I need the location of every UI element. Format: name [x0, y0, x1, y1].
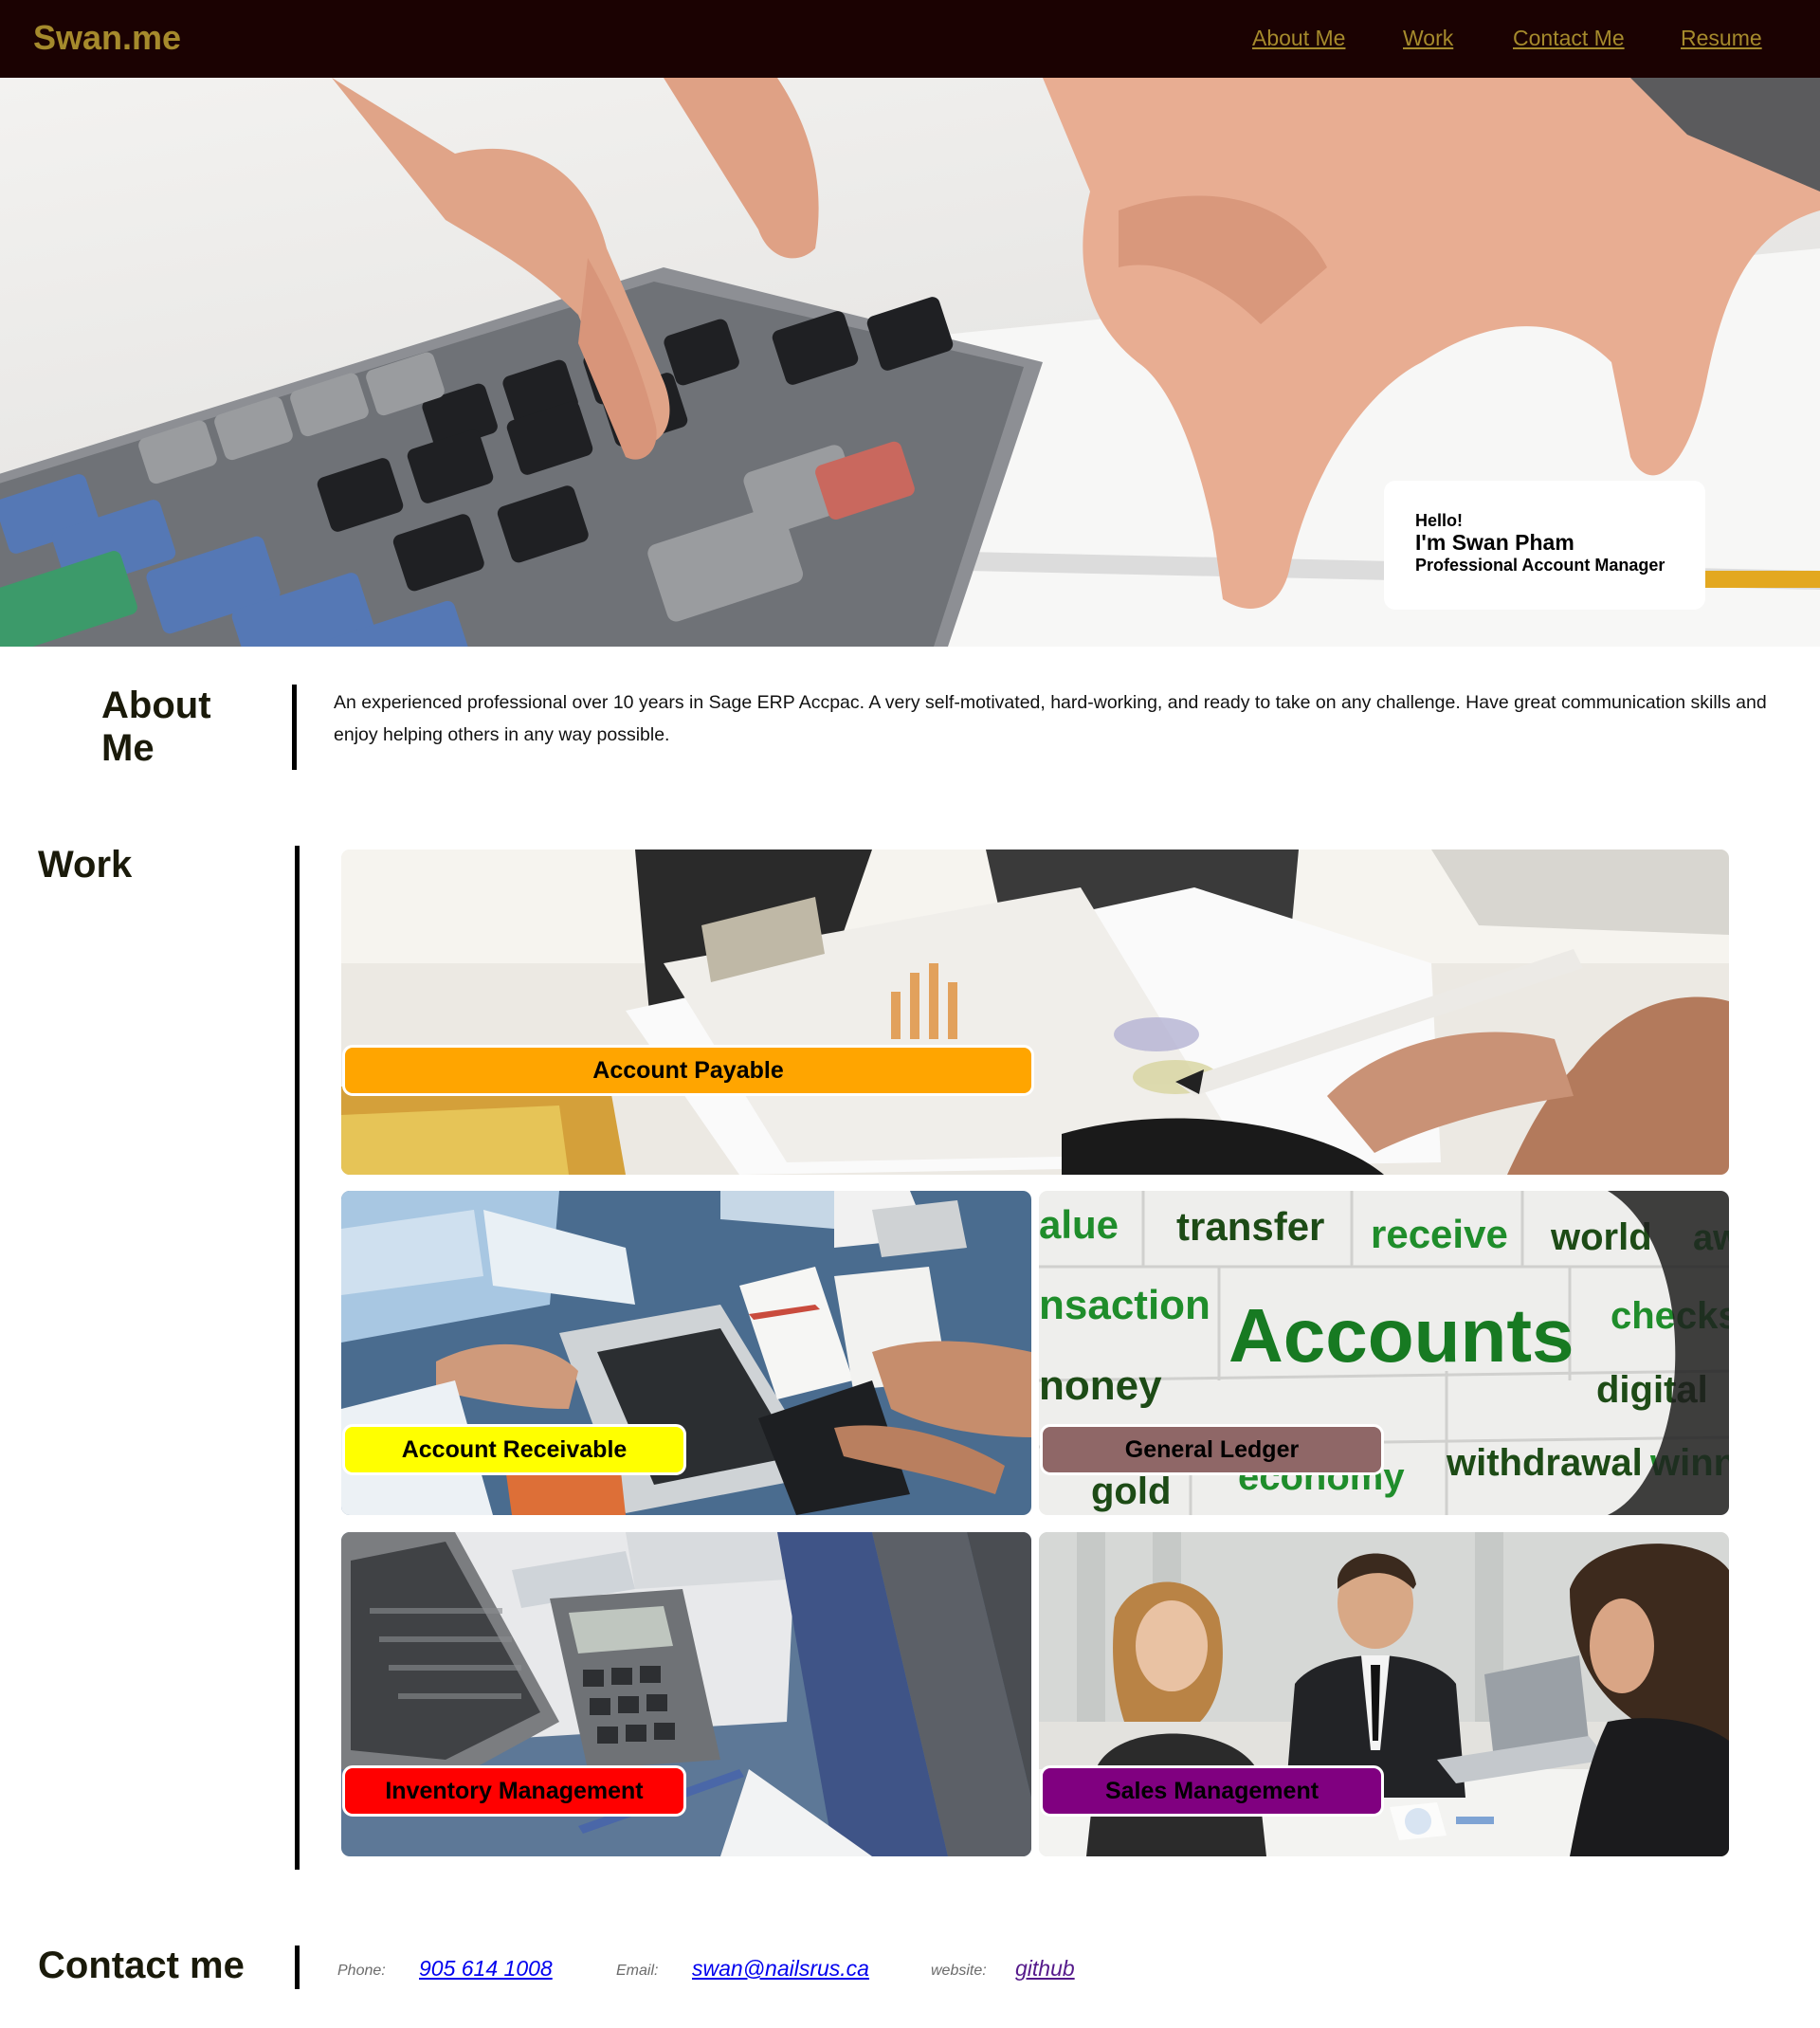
- nav-work[interactable]: Work: [1403, 26, 1453, 51]
- phone-link[interactable]: 905 614 1008: [419, 1956, 553, 1982]
- top-navbar: Swan.me About Me Work Contact Me Resume: [0, 0, 1820, 78]
- work-tile-general-ledger[interactable]: alue transfer receive world awa nsaction…: [1039, 1191, 1729, 1515]
- tile-label-inventory-management[interactable]: Inventory Management: [342, 1765, 686, 1817]
- wordcloud-word-9: noney: [1039, 1362, 1162, 1409]
- website-label: website:: [931, 1963, 987, 1979]
- tile-label-general-ledger[interactable]: General Ledger: [1040, 1424, 1384, 1475]
- wordcloud-word-4: world: [1550, 1216, 1652, 1258]
- work-tile-inventory-management[interactable]: Inventory Management: [341, 1532, 1031, 1856]
- wordcloud-word-11: gold: [1091, 1471, 1171, 1512]
- tile-label-account-receivable[interactable]: Account Receivable: [342, 1424, 686, 1475]
- wordcloud-word-7: Accounts: [1228, 1293, 1574, 1378]
- about-title-line1: About: [101, 685, 211, 726]
- about-title: About Me: [101, 685, 211, 770]
- brand-logo[interactable]: Swan.me: [33, 18, 181, 58]
- nav-resume[interactable]: Resume: [1681, 26, 1762, 51]
- nav-about-me[interactable]: About Me: [1252, 26, 1345, 51]
- wordcloud-word-6: nsaction: [1039, 1282, 1210, 1328]
- work-title: Work: [38, 844, 133, 886]
- hero-banner: Hello! I'm Swan Pham Professional Accoun…: [0, 78, 1820, 647]
- work-tile-account-receivable[interactable]: Account Receivable: [341, 1191, 1031, 1515]
- hero-role: Professional Account Manager: [1415, 556, 1665, 575]
- tile-label-account-payable[interactable]: Account Payable: [342, 1045, 1034, 1096]
- about-text: An experienced professional over 10 year…: [334, 692, 1767, 745]
- accounting-paperwork-image: [341, 850, 1729, 1175]
- contact-title: Contact me: [38, 1945, 245, 1986]
- wordcloud-word-13: withdrawal: [1446, 1442, 1643, 1484]
- hero-greeting: Hello!: [1415, 511, 1464, 530]
- about-divider: [292, 685, 297, 770]
- wordcloud-word-2: transfer: [1176, 1204, 1324, 1249]
- tile-label-sales-management[interactable]: Sales Management: [1040, 1765, 1384, 1817]
- email-link[interactable]: swan@nailsrus.ca: [692, 1956, 869, 1982]
- phone-label: Phone:: [337, 1963, 386, 1979]
- wordcloud-word-3: receive: [1371, 1212, 1508, 1256]
- about-title-line2: Me: [101, 727, 155, 769]
- work-tile-sales-management[interactable]: Sales Management: [1039, 1532, 1729, 1856]
- work-divider: [295, 846, 300, 1870]
- nav-contact-me[interactable]: Contact Me: [1513, 26, 1625, 51]
- work-tile-account-payable[interactable]: Account Payable: [341, 850, 1729, 1175]
- hero-intro-card: Hello! I'm Swan Pham Professional Accoun…: [1384, 481, 1705, 610]
- contact-divider: [295, 1946, 300, 1989]
- email-label: Email:: [616, 1963, 659, 1979]
- wordcloud-word-1: alue: [1039, 1202, 1119, 1247]
- hero-name: I'm Swan Pham: [1415, 530, 1574, 555]
- website-link[interactable]: github: [1015, 1956, 1075, 1982]
